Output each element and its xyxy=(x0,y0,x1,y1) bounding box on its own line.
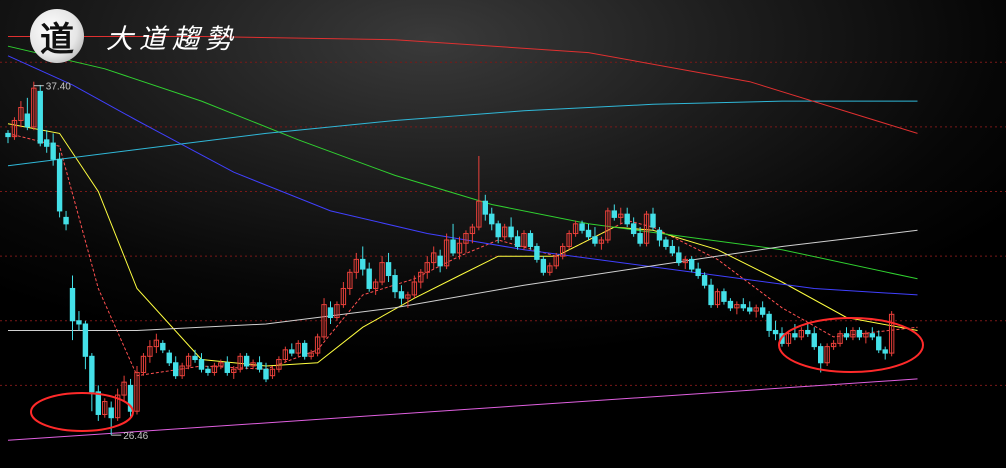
chart-stage: 37.40 26.46 道 大道趨勢 xyxy=(0,0,1006,468)
candle-down xyxy=(637,233,643,244)
candle-down xyxy=(514,236,521,247)
candle-down xyxy=(263,368,269,380)
candle-down xyxy=(579,223,585,231)
candle-down xyxy=(882,349,888,354)
ma250-line xyxy=(7,100,918,167)
moving-average-lines xyxy=(7,36,918,441)
candle-down xyxy=(805,329,811,335)
candle-down xyxy=(385,262,392,277)
candle-down xyxy=(727,300,734,309)
candle-down xyxy=(173,362,179,377)
candle-down xyxy=(869,333,875,338)
candle-down xyxy=(708,284,714,306)
candle-down xyxy=(701,275,708,286)
candle-down xyxy=(772,329,779,335)
candle-down xyxy=(740,304,746,309)
candle-down xyxy=(243,355,250,367)
candle-down xyxy=(5,132,11,138)
candlestick-chart: 37.40 26.46 xyxy=(0,36,1006,442)
candle-down xyxy=(24,113,31,128)
low-price-label: 26.46 xyxy=(123,431,148,442)
candle-down xyxy=(663,239,669,247)
candle-down xyxy=(592,236,598,244)
candle-down xyxy=(876,336,882,351)
candle-down xyxy=(327,307,334,319)
candle-down xyxy=(76,320,82,325)
candle-down xyxy=(166,352,172,364)
candle-down xyxy=(224,362,231,373)
candle-down xyxy=(289,349,295,354)
candle-down xyxy=(482,200,489,215)
candle-down xyxy=(508,226,514,238)
candle-down xyxy=(450,239,456,254)
candle-down xyxy=(44,139,50,147)
candle-down xyxy=(50,142,56,160)
candle-down xyxy=(843,333,850,338)
candle-down xyxy=(656,229,663,241)
candle-down xyxy=(611,210,617,218)
candles xyxy=(5,81,895,436)
candle-down xyxy=(95,391,101,415)
candle-down xyxy=(856,329,863,338)
logo-title: 大道趨勢 xyxy=(106,23,238,55)
candle-down xyxy=(437,255,443,267)
candle-down xyxy=(695,268,701,277)
candle-down xyxy=(527,233,534,247)
candle-down xyxy=(669,245,676,254)
candle-down xyxy=(818,346,824,364)
candle-down xyxy=(585,229,592,238)
candle-down xyxy=(198,359,205,370)
candle-down xyxy=(256,362,263,370)
candle-down xyxy=(192,355,198,361)
candle-down xyxy=(534,245,540,260)
logo-seal-icon: 道 xyxy=(30,9,84,63)
candle-down xyxy=(108,407,114,419)
candle-down xyxy=(792,333,798,338)
candle-down xyxy=(360,258,366,270)
candle-down xyxy=(205,368,211,373)
candle-down xyxy=(89,355,95,393)
candle-down xyxy=(366,268,372,289)
candle-down xyxy=(759,307,766,315)
candle-down xyxy=(56,158,63,212)
candle-down xyxy=(630,223,637,235)
candle-down xyxy=(69,287,76,322)
candle-down xyxy=(540,258,547,273)
ma60-line xyxy=(7,45,918,280)
highlight-circles xyxy=(30,317,924,432)
candle-down xyxy=(392,275,398,293)
candle-down xyxy=(624,213,630,225)
candle-down xyxy=(160,342,166,351)
candle-down xyxy=(811,333,817,348)
candle-down xyxy=(689,258,695,270)
candle-down xyxy=(398,291,405,299)
ma120-line xyxy=(8,229,918,331)
candle-down xyxy=(676,252,682,264)
brand-logo: 道 大道趨勢 xyxy=(30,9,238,63)
candle-down xyxy=(747,307,753,312)
candle-down xyxy=(489,213,495,225)
candle-down xyxy=(650,213,656,228)
candle-down xyxy=(82,323,89,357)
right-bottom-highlight-circle xyxy=(778,317,924,373)
candle-down xyxy=(721,291,727,302)
candle-down xyxy=(63,216,69,225)
candle-down xyxy=(495,223,501,238)
candle-down xyxy=(302,342,308,357)
high-price-label: 37.40 xyxy=(46,82,71,93)
candle-down xyxy=(37,90,43,144)
candle-down xyxy=(766,313,772,331)
